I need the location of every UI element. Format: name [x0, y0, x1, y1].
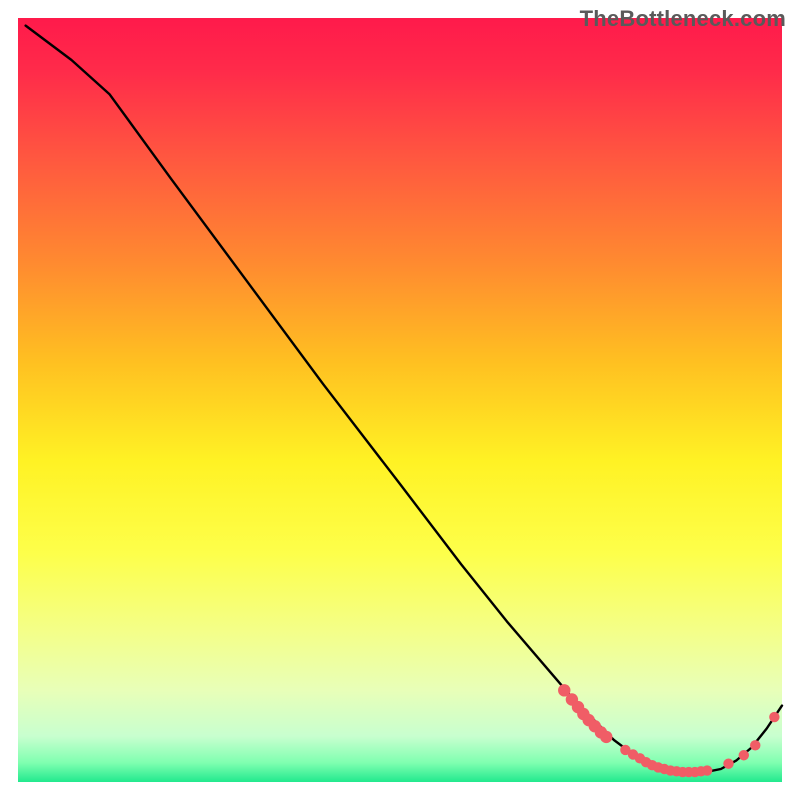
chart-plot: [0, 0, 800, 800]
data-marker: [600, 731, 612, 743]
watermark-text: TheBottleneck.com: [580, 6, 786, 32]
data-marker: [702, 765, 712, 775]
chart-container: TheBottleneck.com: [0, 0, 800, 800]
data-marker: [739, 750, 749, 760]
data-marker: [769, 712, 779, 722]
data-marker: [750, 740, 760, 750]
plot-background: [18, 18, 782, 782]
data-marker: [723, 758, 733, 768]
